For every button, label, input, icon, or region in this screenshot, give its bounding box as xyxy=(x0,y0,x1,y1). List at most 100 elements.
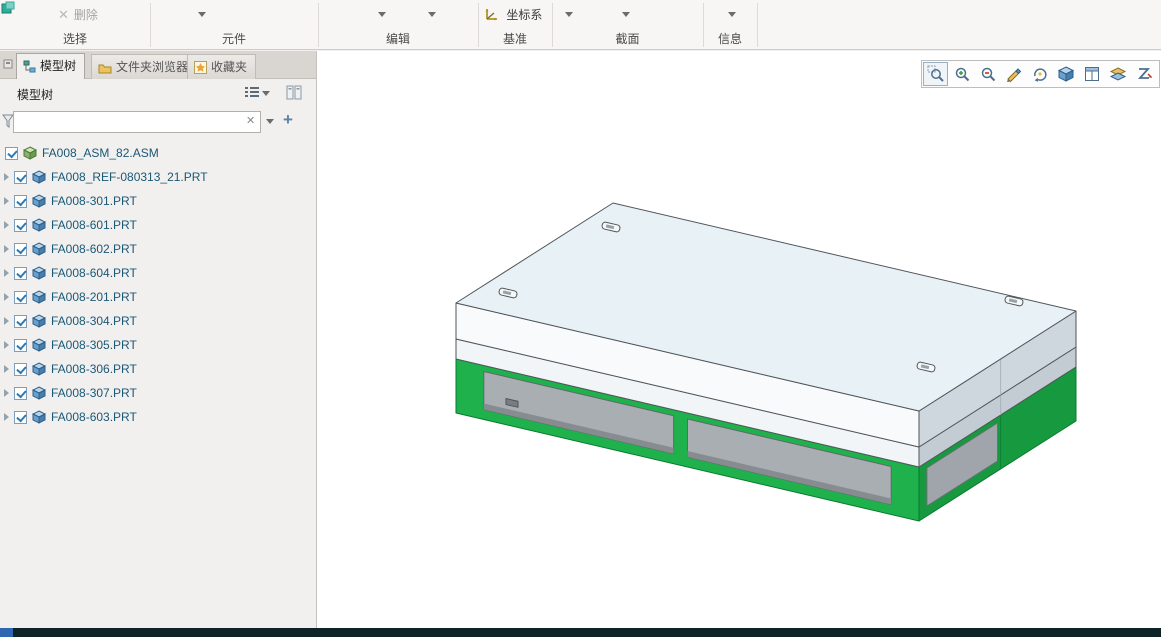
part-icon xyxy=(32,218,46,232)
checkbox[interactable] xyxy=(14,290,27,304)
search-add-icon[interactable]: + xyxy=(283,110,293,130)
checkbox[interactable] xyxy=(14,386,27,400)
expand-arrow-icon[interactable] xyxy=(4,317,9,325)
coordinate-system-button[interactable]: 坐标系 xyxy=(484,4,542,26)
delete-button[interactable]: ✕ 删除 xyxy=(58,5,98,25)
tree-root-label: FA008_ASM_82.ASM xyxy=(42,146,159,160)
delete-label: 删除 xyxy=(73,8,98,22)
part-icon xyxy=(32,194,46,208)
expand-arrow-icon[interactable] xyxy=(4,293,9,301)
status-corner-chip xyxy=(0,628,13,637)
section-dropdown-caret-icon[interactable] xyxy=(565,12,573,17)
expand-arrow-icon[interactable] xyxy=(4,413,9,421)
zoom-window-button[interactable] xyxy=(923,62,948,86)
tree-item-label: FA008-307.PRT xyxy=(51,386,137,400)
expand-arrow-icon[interactable] xyxy=(4,173,9,181)
tree-search-input[interactable] xyxy=(13,111,261,133)
delete-x-icon: ✕ xyxy=(58,7,69,22)
search-clear-icon[interactable]: ✕ xyxy=(246,114,255,127)
checkbox[interactable] xyxy=(14,338,27,352)
tree-item-row[interactable]: FA008-305.PRT xyxy=(0,333,316,357)
checkbox[interactable] xyxy=(14,242,27,256)
tree-item-row[interactable]: FA008-604.PRT xyxy=(0,261,316,285)
ribbon-toolbar: ✕ 删除 坐标系 选择 元件 编辑 基准 截面 信息 xyxy=(0,0,1161,50)
checkbox[interactable] xyxy=(14,314,27,328)
tab-favorites[interactable]: 收藏夹 xyxy=(187,54,257,79)
info-dropdown-caret-icon[interactable] xyxy=(728,12,736,17)
app-corner-icon xyxy=(1,1,15,18)
ribbon-group-datum: 基准 xyxy=(502,32,527,46)
navigator-panel: 模型树 文件夹浏览器 收藏夹 模型树 ✕ + FA008_ASM_82.ASM … xyxy=(0,51,316,628)
folder-icon xyxy=(98,64,112,74)
tree-item-label: FA008-603.PRT xyxy=(51,410,137,424)
tree-item-label: FA008-201.PRT xyxy=(51,290,137,304)
expand-arrow-icon[interactable] xyxy=(4,365,9,373)
ribbon-group-section: 截面 xyxy=(615,32,640,46)
tree-item-row[interactable]: FA008-602.PRT xyxy=(0,237,316,261)
tree-item-row[interactable]: FA008-304.PRT xyxy=(0,309,316,333)
tree-item-row[interactable]: FA008-603.PRT xyxy=(0,405,316,429)
panel-dock-icon[interactable] xyxy=(3,59,14,73)
part-icon xyxy=(32,170,46,184)
tab-model-tree-label: 模型树 xyxy=(40,59,77,73)
edit-dropdown-caret2-icon[interactable] xyxy=(428,12,436,17)
view-manager-button[interactable] xyxy=(1079,62,1104,86)
ribbon-group-select: 选择 xyxy=(62,32,87,46)
checkbox[interactable] xyxy=(14,410,27,424)
navigator-tabstrip: 模型树 文件夹浏览器 收藏夹 xyxy=(0,51,316,79)
zoom-in-button[interactable] xyxy=(949,62,974,86)
layers-button[interactable] xyxy=(1105,62,1130,86)
saved-views-button[interactable] xyxy=(1053,62,1078,86)
component-dropdown-caret-icon[interactable] xyxy=(198,12,206,17)
part-icon xyxy=(32,362,46,376)
tree-root-row[interactable]: FA008_ASM_82.ASM xyxy=(0,141,316,165)
ribbon-group-info: 信息 xyxy=(717,32,742,46)
coordinate-axes-icon xyxy=(485,9,497,21)
checkbox[interactable] xyxy=(14,218,27,232)
expand-arrow-icon[interactable] xyxy=(4,269,9,277)
checkbox[interactable] xyxy=(14,194,27,208)
tab-folder-browser-label: 文件夹浏览器 xyxy=(116,60,189,74)
tab-folder-browser[interactable]: 文件夹浏览器 xyxy=(91,54,198,79)
part-icon xyxy=(32,242,46,256)
zoom-out-button[interactable] xyxy=(975,62,1000,86)
tree-item-row[interactable]: FA008_REF-080313_21.PRT xyxy=(0,165,316,189)
zone-clip-button[interactable] xyxy=(1131,62,1156,86)
checkbox[interactable] xyxy=(5,146,18,160)
tree-item-row[interactable]: FA008-306.PRT xyxy=(0,357,316,381)
edit-dropdown-caret-icon[interactable] xyxy=(378,12,386,17)
section-dropdown-caret2-icon[interactable] xyxy=(622,12,630,17)
tree-item-row[interactable]: FA008-601.PRT xyxy=(0,213,316,237)
tree-display-options-icon[interactable] xyxy=(244,85,270,103)
reorient-button[interactable] xyxy=(1027,62,1052,86)
checkbox[interactable] xyxy=(14,170,27,184)
expand-arrow-icon[interactable] xyxy=(4,389,9,397)
ribbon-group-edit: 编辑 xyxy=(385,32,410,46)
tree-item-label: FA008_REF-080313_21.PRT xyxy=(51,170,208,184)
tree-columns-icon[interactable] xyxy=(286,85,302,103)
checkbox[interactable] xyxy=(14,362,27,376)
part-icon xyxy=(32,410,46,424)
expand-arrow-icon[interactable] xyxy=(4,197,9,205)
part-icon xyxy=(32,314,46,328)
star-icon xyxy=(194,61,207,74)
model-tree-icon xyxy=(23,60,36,73)
checkbox[interactable] xyxy=(14,266,27,280)
repaint-button[interactable] xyxy=(1001,62,1026,86)
tree-item-row[interactable]: FA008-201.PRT xyxy=(0,285,316,309)
tree-item-row[interactable]: FA008-301.PRT xyxy=(0,189,316,213)
ribbon-group-component: 元件 xyxy=(221,32,246,46)
tab-model-tree[interactable]: 模型树 xyxy=(16,53,86,79)
tree-item-label: FA008-301.PRT xyxy=(51,194,137,208)
graphics-toolbar xyxy=(921,60,1160,88)
tree-item-label: FA008-305.PRT xyxy=(51,338,137,352)
expand-arrow-icon[interactable] xyxy=(4,221,9,229)
3d-model-mold-assembly[interactable] xyxy=(317,51,1161,628)
search-options-caret-icon[interactable] xyxy=(266,119,274,124)
tree-header-bar: 模型树 xyxy=(0,80,316,107)
expand-arrow-icon[interactable] xyxy=(4,341,9,349)
tree-item-row[interactable]: FA008-307.PRT xyxy=(0,381,316,405)
expand-arrow-icon[interactable] xyxy=(4,245,9,253)
graphics-viewport[interactable] xyxy=(316,51,1161,628)
part-icon xyxy=(32,386,46,400)
